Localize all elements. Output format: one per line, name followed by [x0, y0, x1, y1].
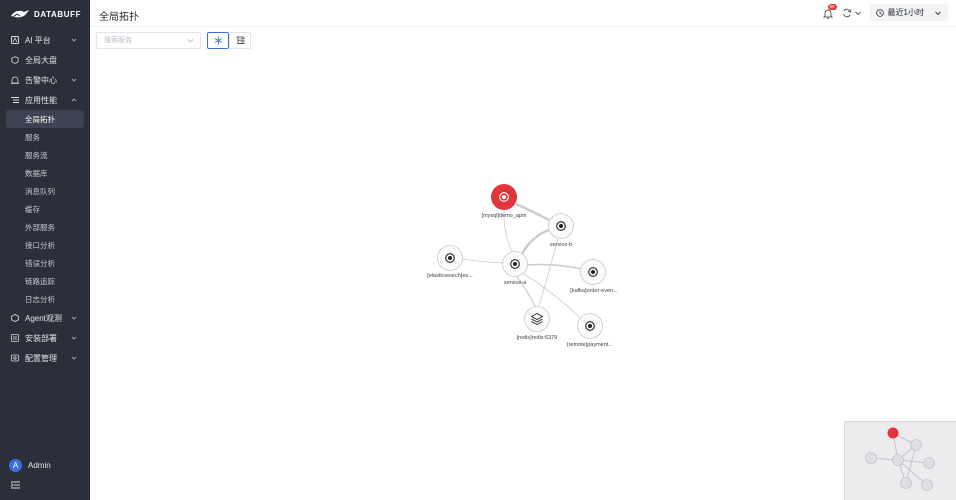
refresh-control[interactable]: [842, 8, 862, 18]
node-label: service-a: [504, 280, 527, 286]
chevron-down-icon: [935, 11, 941, 15]
node-label: [kafka]order-even...: [570, 288, 618, 294]
refresh-icon: [842, 8, 851, 17]
notification-button[interactable]: 99: [822, 3, 837, 19]
sidebar-item-error-analysis[interactable]: 错误分析: [0, 254, 90, 272]
sidebar-item-service-flow[interactable]: 服务流: [0, 146, 90, 164]
config-icon: [11, 354, 19, 362]
sidebar-item-external-services[interactable]: 外部服务: [0, 218, 90, 236]
sidebar-group-ai[interactable]: AI 平台: [0, 30, 90, 50]
brand-name: DATABUFF: [34, 9, 82, 19]
minimap-graph: [865, 427, 935, 491]
sidebar-item-api-analysis[interactable]: 接口分析: [0, 236, 90, 254]
brand-logo[interactable]: DATABUFF: [10, 7, 81, 21]
avatar: A: [9, 459, 22, 472]
page-title: 全局拓扑: [99, 12, 139, 23]
sidebar-group-label: 全局大盘: [25, 55, 57, 65]
sidebar-group-config[interactable]: 配置管理: [0, 348, 90, 368]
header-actions: 99 最近1小时: [822, 3, 948, 21]
agent-icon: [11, 314, 19, 322]
sidebar-item-global-topology[interactable]: 全局拓扑: [6, 110, 84, 128]
time-range-label: 最近1小时: [887, 8, 924, 17]
chevron-down-icon: [71, 336, 77, 340]
dashboard-icon: [11, 56, 19, 64]
clock-icon: [875, 8, 884, 17]
user-name: Admin: [28, 461, 51, 470]
sidebar-menu: AI 平台 全局大盘 告警中心 应用性能 全局拓扑 服务 服务流 数据库 消息队…: [0, 30, 90, 368]
time-range-picker[interactable]: 最近1小时: [869, 4, 948, 21]
topology-graph[interactable]: [mysql]demo_apm service-b [elasticsearch…: [90, 27, 956, 500]
node-label: [mysql]demo_apm: [482, 213, 527, 219]
chevron-up-icon: [71, 98, 77, 102]
alarm-icon: [11, 76, 19, 84]
sidebar: DATABUFF AI 平台 全局大盘 告警中心 应用性能 全局拓扑 服务 服务…: [0, 0, 90, 500]
node-label: service-b: [550, 242, 572, 248]
sidebar-item-tracing[interactable]: 链路追踪: [0, 272, 90, 290]
node-label: [elasticsearch]es...: [427, 273, 473, 279]
edge-servicea-kafka: [526, 263, 582, 270]
sidebar-group-apm[interactable]: 应用性能: [0, 90, 90, 110]
sidebar-group-agent[interactable]: Agent观测: [0, 308, 90, 328]
edge-servicea-serviceb: [520, 228, 550, 255]
edge-servicea-elastic: [462, 258, 504, 264]
topology-node-elasticsearch[interactable]: [elasticsearch]es...: [427, 245, 473, 280]
sidebar-group-label: 配置管理: [25, 353, 57, 363]
topology-node-redis[interactable]: [redis]redis:6379: [517, 306, 558, 342]
apm-icon: [11, 96, 19, 104]
sidebar-item-log-analysis[interactable]: 日志分析: [0, 290, 90, 308]
sidebar-item-cache[interactable]: 缓存: [0, 200, 90, 218]
sidebar-group-alarm[interactable]: 告警中心: [0, 70, 90, 90]
chevron-down-icon: [854, 11, 861, 15]
sidebar-item-database[interactable]: 数据库: [0, 164, 90, 182]
sidebar-group-label: 应用性能: [25, 95, 57, 105]
sidebar-group-label: AI 平台: [25, 35, 51, 45]
install-icon: [11, 334, 19, 342]
topology-node-kafka[interactable]: [kafka]order-even...: [570, 259, 618, 295]
sidebar-group-label: 安装部署: [25, 333, 57, 343]
node-label: [redis]redis:6379: [517, 335, 558, 341]
node-label: [remote]payment...: [567, 342, 613, 348]
user-menu[interactable]: A Admin: [9, 459, 51, 472]
topology-node-service-a[interactable]: service-a: [502, 251, 528, 287]
sidebar-group-install[interactable]: 安装部署: [0, 328, 90, 348]
sidebar-group-dashboard[interactable]: 全局大盘: [0, 50, 90, 70]
chevron-down-icon: [71, 316, 77, 320]
ai-icon: [11, 36, 19, 44]
topology-node-service-b[interactable]: service-b: [548, 213, 574, 249]
logo-icon: [11, 10, 29, 18]
top-header: 全局拓扑 99 最近1小时: [90, 0, 956, 27]
sidebar-group-label: 告警中心: [25, 75, 57, 85]
topology-node-mysql[interactable]: [mysql]demo_apm: [482, 184, 527, 219]
collapse-sidebar-icon[interactable]: [11, 481, 20, 489]
chevron-down-icon: [71, 38, 77, 42]
chevron-down-icon: [71, 78, 77, 82]
graph-minimap[interactable]: [844, 421, 956, 500]
sidebar-item-services[interactable]: 服务: [0, 128, 90, 146]
notification-badge: 99: [827, 3, 837, 10]
chevron-down-icon: [71, 356, 77, 360]
topology-node-remote[interactable]: [remote]payment...: [567, 313, 613, 349]
sidebar-group-label: Agent观测: [25, 313, 62, 323]
sidebar-item-message-queue[interactable]: 消息队列: [0, 182, 90, 200]
